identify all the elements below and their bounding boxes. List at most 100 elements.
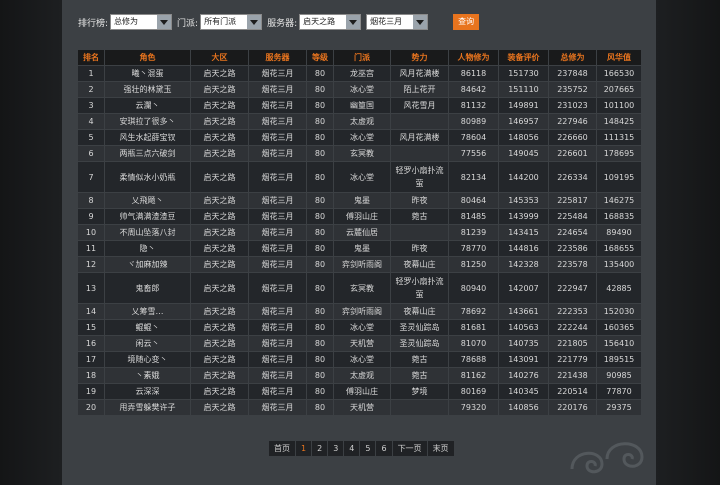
cell-elegance: 207665 bbox=[596, 81, 642, 98]
cell-faction: 风月花满楼 bbox=[390, 65, 449, 82]
cell-gear-score: 146957 bbox=[498, 113, 549, 130]
cell-char-cultivation: 81250 bbox=[448, 256, 499, 273]
cell-role: 不周山坠落八封 bbox=[104, 224, 191, 241]
cell-gear-score: 143091 bbox=[498, 351, 549, 368]
cell-level: 80 bbox=[306, 129, 334, 146]
cell-level: 80 bbox=[306, 256, 334, 273]
cell-level: 80 bbox=[306, 208, 334, 225]
first-page-button[interactable]: 首页 bbox=[269, 441, 295, 456]
cell-gear-score: 140856 bbox=[498, 399, 549, 416]
cell-level: 80 bbox=[306, 383, 334, 400]
left-backdrop bbox=[0, 0, 62, 485]
cell-char-cultivation: 78770 bbox=[448, 240, 499, 257]
cell-level: 80 bbox=[306, 351, 334, 368]
cell-elegance: 109195 bbox=[596, 161, 642, 193]
cell-level: 80 bbox=[306, 113, 334, 130]
cell-level: 80 bbox=[306, 97, 334, 114]
cloud-swirl-decoration bbox=[570, 442, 644, 474]
cell-region: 启天之路 bbox=[190, 129, 249, 146]
cell-sect: 玄冥教 bbox=[333, 145, 391, 162]
cell-gear-score: 148056 bbox=[498, 129, 549, 146]
cell-sect: 鬼墨 bbox=[333, 240, 391, 257]
cell-sect: 弈剑听雨阁 bbox=[333, 256, 391, 273]
header-role: 角色 bbox=[104, 49, 191, 66]
cell-total-cultivation: 225484 bbox=[548, 208, 597, 225]
cell-total-cultivation: 224654 bbox=[548, 224, 597, 241]
cell-total-cultivation: 222353 bbox=[548, 303, 597, 320]
page-button-6[interactable]: 6 bbox=[376, 441, 392, 456]
table-row: 10 不周山坠落八封 启天之路 烟花三月 80 云麓仙居 81239 143415 224654… bbox=[77, 224, 642, 241]
subserver-select[interactable]: 烟花三月 bbox=[366, 14, 429, 30]
chevron-down-icon bbox=[346, 15, 361, 29]
server-select[interactable]: 启天之路 bbox=[299, 14, 362, 30]
cell-server: 烟花三月 bbox=[248, 319, 307, 336]
page-button-1[interactable]: 1 bbox=[296, 441, 312, 456]
cell-faction: 梦境 bbox=[390, 383, 449, 400]
cell-role: 曦丶混蛋 bbox=[104, 65, 191, 82]
table-row: 2 强壮的林黛玉 启天之路 烟花三月 80 冰心堂 陌上花开 84642 151110 23575… bbox=[77, 81, 642, 98]
page-button-2[interactable]: 2 bbox=[312, 441, 328, 456]
table-row: 7 柔情似水小奶瓶 启天之路 烟花三月 80 冰心堂 轻罗小扇扑流萤 82134 144200 2… bbox=[77, 161, 642, 193]
cell-rank: 9 bbox=[77, 208, 105, 225]
next-page-button[interactable]: 下一页 bbox=[392, 441, 427, 456]
cell-role: 乂飛飏丶 bbox=[104, 192, 191, 209]
cell-elegance: 178695 bbox=[596, 145, 642, 162]
table-row: 19 云深深 启天之路 烟花三月 80 傅羽山庄 梦境 80169 140345 220514 77… bbox=[77, 383, 642, 400]
cell-gear-score: 140276 bbox=[498, 367, 549, 384]
header-server: 服务器 bbox=[248, 49, 307, 66]
table-row: 15 鲲鲲丶 启天之路 烟花三月 80 冰心堂 圣灵仙踪岛 81681 140563 222244… bbox=[77, 319, 642, 336]
right-backdrop bbox=[656, 0, 720, 485]
cell-region: 启天之路 bbox=[190, 81, 249, 98]
table-row: 4 安琪拉了很多丶 启天之路 烟花三月 80 太虚观 80989 146957 227946 14… bbox=[77, 113, 642, 130]
cell-role: 鲲鲲丶 bbox=[104, 319, 191, 336]
cell-gear-score: 140563 bbox=[498, 319, 549, 336]
cell-char-cultivation: 79320 bbox=[448, 399, 499, 416]
cell-sect: 冰心堂 bbox=[333, 81, 391, 98]
cell-gear-score: 151730 bbox=[498, 65, 549, 82]
cell-server: 烟花三月 bbox=[248, 97, 307, 114]
cell-role: 丶素娥 bbox=[104, 367, 191, 384]
cell-level: 80 bbox=[306, 272, 334, 304]
cell-faction: 轻罗小扇扑流萤 bbox=[390, 272, 449, 304]
cell-gear-score: 151110 bbox=[498, 81, 549, 98]
cell-total-cultivation: 221438 bbox=[548, 367, 597, 384]
pagination: 首页 1 2 3 4 5 6 下一页 末页 bbox=[269, 441, 455, 456]
cell-region: 启天之路 bbox=[190, 240, 249, 257]
cell-elegance: 148425 bbox=[596, 113, 642, 130]
cell-faction bbox=[390, 399, 449, 416]
cell-region: 启天之路 bbox=[190, 256, 249, 273]
header-faction: 势力 bbox=[390, 49, 449, 66]
cell-level: 80 bbox=[306, 81, 334, 98]
last-page-button[interactable]: 末页 bbox=[427, 441, 454, 456]
cell-role: 帅气满满渣渣豆 bbox=[104, 208, 191, 225]
page-button-5[interactable]: 5 bbox=[360, 441, 376, 456]
cell-char-cultivation: 81485 bbox=[448, 208, 499, 225]
header-char-cultivation: 人物修为 bbox=[448, 49, 499, 66]
cell-sect: 冰心堂 bbox=[333, 129, 391, 146]
header-sect: 门派 bbox=[333, 49, 391, 66]
sect-select[interactable]: 所有门派 bbox=[200, 14, 263, 30]
cell-rank: 12 bbox=[77, 256, 105, 273]
cell-region: 启天之路 bbox=[190, 145, 249, 162]
page-button-4[interactable]: 4 bbox=[344, 441, 360, 456]
query-button[interactable]: 查询 bbox=[453, 14, 480, 30]
cell-sect: 冰心堂 bbox=[333, 161, 391, 193]
table-row: 14 乂筹雪… 启天之路 烟花三月 80 弈剑听雨阁 夜幕山庄 78692 143661 2223… bbox=[77, 303, 642, 320]
cell-region: 启天之路 bbox=[190, 113, 249, 130]
cell-server: 烟花三月 bbox=[248, 145, 307, 162]
subserver-select-value: 烟花三月 bbox=[370, 17, 403, 26]
cell-gear-score: 143415 bbox=[498, 224, 549, 241]
cell-char-cultivation: 81162 bbox=[448, 367, 499, 384]
table-row: 20 甩弄雪躲樊许子 启天之路 烟花三月 80 天机营 79320 140856 220176 2… bbox=[77, 399, 642, 416]
cell-elegance: 166530 bbox=[596, 65, 642, 82]
header-total-cultivation: 总修为 bbox=[548, 49, 597, 66]
cell-sect: 天机营 bbox=[333, 335, 391, 352]
cell-level: 80 bbox=[306, 145, 334, 162]
page-button-3[interactable]: 3 bbox=[328, 441, 344, 456]
table-row: 5 风生水起薛宝钗 启天之路 烟花三月 80 冰心堂 风月花满楼 78604 148056 226… bbox=[77, 129, 642, 146]
cell-gear-score: 149045 bbox=[498, 145, 549, 162]
cell-sect: 鬼墨 bbox=[333, 192, 391, 209]
cell-rank: 4 bbox=[77, 113, 105, 130]
cell-elegance: 77870 bbox=[596, 383, 642, 400]
rank-select[interactable]: 总修为 bbox=[110, 14, 173, 30]
